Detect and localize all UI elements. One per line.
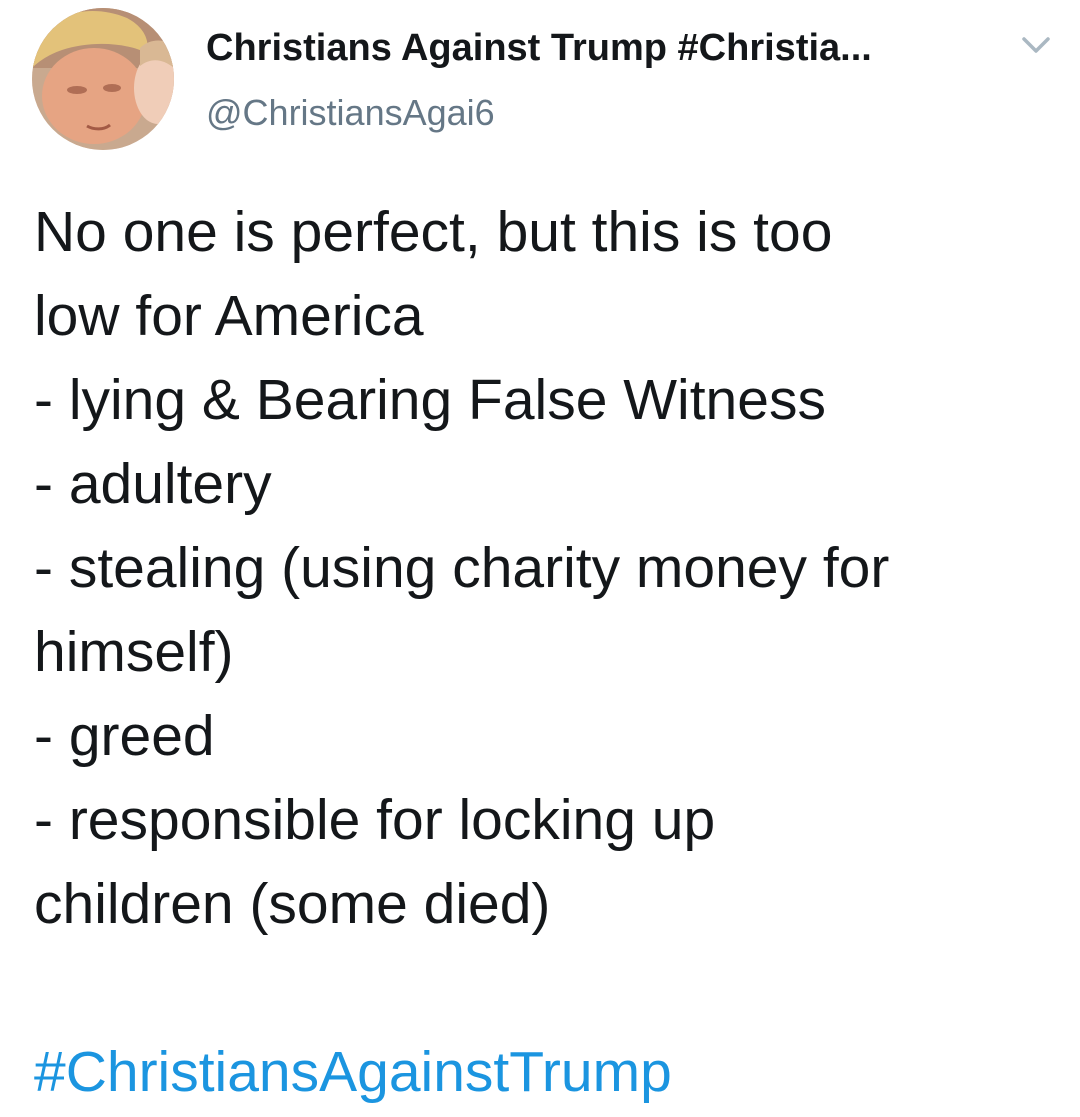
avatar-photo-icon <box>32 8 174 150</box>
tweet: Christians Against Trump #Christia... @C… <box>0 0 1080 1117</box>
tweet-text-line: No one is perfect, but this is too <box>34 200 833 264</box>
user-handle[interactable]: @ChristiansAgai6 <box>206 90 1006 136</box>
chevron-down-icon[interactable] <box>1016 30 1056 60</box>
tweet-text-line: himself) <box>34 620 234 684</box>
tweet-text-line: - greed <box>34 704 215 768</box>
tweet-text-line: - responsible for locking up <box>34 788 716 852</box>
display-name[interactable]: Christians Against Trump #Christia... <box>206 24 1006 72</box>
tweet-text: No one is perfect, but this is too low f… <box>34 190 1054 1114</box>
tweet-text-line: low for America <box>34 284 424 348</box>
tweet-text-line: - adultery <box>34 452 272 516</box>
tweet-text-line: - stealing (using charity money for <box>34 536 890 600</box>
tweet-header: Christians Against Trump #Christia... @C… <box>0 0 1080 160</box>
hashtag-link[interactable]: #ChristiansAgainstTrump <box>34 1030 1054 1114</box>
tweet-text-line: children (some died) <box>34 872 551 936</box>
avatar[interactable] <box>32 8 174 150</box>
author-names: Christians Against Trump #Christia... @C… <box>206 24 1006 136</box>
tweet-text-line: - lying & Bearing False Witness <box>34 368 826 432</box>
